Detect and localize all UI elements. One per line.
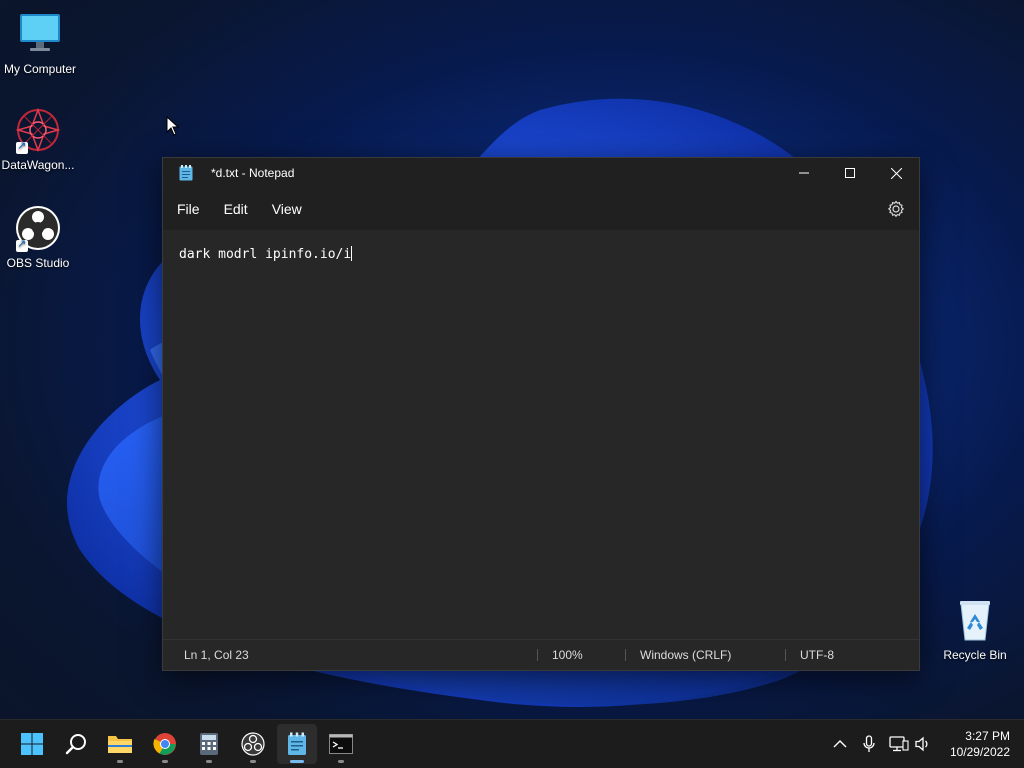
taskbar-obs[interactable] [233, 724, 273, 764]
title-bar[interactable]: *d.txt - Notepad [163, 158, 919, 188]
desktop-icon-recycle-bin[interactable]: Recycle Bin [935, 596, 1015, 662]
status-divider [537, 649, 538, 661]
clock-time: 3:27 PM [965, 729, 1010, 743]
text-editor-area[interactable]: dark modrl ipinfo.io/i [163, 230, 919, 638]
taskbar-chrome[interactable] [145, 724, 185, 764]
taskbar-file-explorer[interactable] [100, 724, 140, 764]
show-hidden-icons-button[interactable] [830, 734, 850, 754]
editor-text: dark modrl ipinfo.io/i [179, 246, 353, 262]
obs-icon [14, 204, 62, 252]
menu-view[interactable]: View [260, 201, 314, 217]
running-indicator [117, 760, 123, 763]
desktop-icon-obs-studio[interactable]: OBS Studio [0, 204, 78, 270]
status-bar: Ln 1, Col 23 100% Windows (CRLF) UTF-8 [163, 639, 919, 670]
chrome-icon [153, 733, 176, 755]
taskbar: 3:27 PM 10/29/2022 [0, 719, 1024, 768]
notepad-icon [288, 732, 306, 755]
desktop-icon-label: My Computer [3, 62, 77, 76]
text-caret [351, 246, 353, 261]
microphone-icon [863, 735, 875, 752]
taskbar-notepad[interactable] [277, 724, 317, 764]
window-title: *d.txt - Notepad [211, 166, 295, 180]
start-button[interactable] [12, 724, 52, 764]
running-indicator [338, 760, 344, 763]
mouse-cursor-icon [166, 116, 180, 136]
status-line-ending: Windows (CRLF) [640, 648, 732, 662]
chevron-up-icon [833, 740, 847, 748]
clock[interactable]: 3:27 PM 10/29/2022 [930, 728, 1010, 760]
obs-icon [241, 732, 265, 756]
network-icon [889, 736, 909, 752]
shortcut-arrow-icon [16, 237, 28, 252]
datawagon-icon [14, 106, 62, 154]
calculator-icon [200, 733, 218, 755]
notepad-window: *d.txt - Notepad File Edit View dark mod… [162, 157, 920, 671]
running-indicator [250, 760, 256, 763]
search-icon [65, 734, 86, 755]
maximize-icon [845, 168, 855, 178]
recycle-bin-icon [951, 596, 999, 644]
status-divider [625, 649, 626, 661]
search-button[interactable] [56, 724, 96, 764]
desktop-icon-label: DataWagon... [1, 158, 75, 172]
terminal-icon [329, 734, 353, 754]
minimize-button[interactable] [781, 158, 827, 188]
running-indicator [206, 760, 212, 763]
editor-content: dark modrl ipinfo.io/i [179, 247, 352, 262]
desktop-icon-label: OBS Studio [6, 256, 70, 270]
status-divider [785, 649, 786, 661]
active-indicator [290, 760, 304, 763]
shortcut-arrow-icon [16, 139, 28, 154]
close-icon [890, 167, 902, 179]
desktop-icon-datawagon[interactable]: DataWagon... [0, 106, 78, 172]
status-zoom: 100% [552, 648, 583, 662]
taskbar-terminal[interactable] [321, 724, 361, 764]
notepad-icon [179, 165, 193, 181]
file-explorer-icon [108, 736, 132, 753]
microphone-button[interactable] [859, 734, 879, 754]
running-indicator [162, 760, 168, 763]
desktop-icon-label: Recycle Bin [943, 648, 1007, 662]
status-encoding: UTF-8 [800, 648, 834, 662]
start-icon [21, 733, 43, 755]
clock-date: 10/29/2022 [949, 745, 1010, 759]
taskbar-calculator[interactable] [189, 724, 229, 764]
settings-gear-icon[interactable] [887, 200, 905, 218]
menu-edit[interactable]: Edit [212, 201, 260, 217]
maximize-button[interactable] [827, 158, 873, 188]
status-cursor-position: Ln 1, Col 23 [184, 648, 249, 662]
desktop-icon-my-computer[interactable]: My Computer [0, 10, 80, 76]
menu-bar: File Edit View [163, 188, 919, 230]
close-button[interactable] [873, 158, 919, 188]
network-button[interactable] [889, 734, 909, 754]
menu-file[interactable]: File [165, 201, 212, 217]
desktop: My Computer DataWagon... [0, 0, 1024, 768]
minimize-icon [799, 172, 809, 174]
monitor-icon [16, 10, 64, 58]
